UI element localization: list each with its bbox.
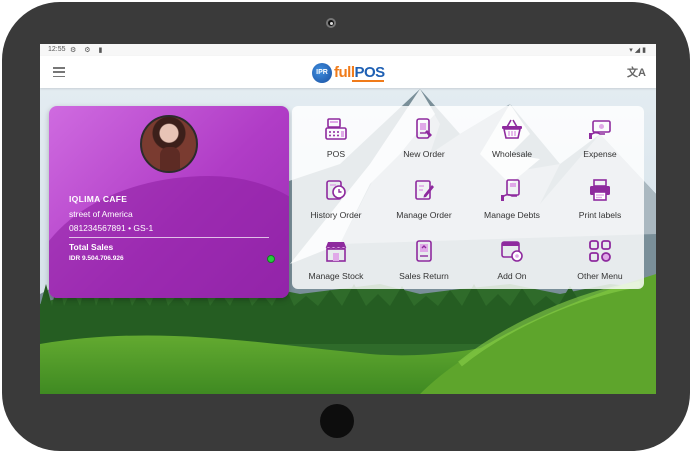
menu-label-sales-return: Sales Return [399,271,449,281]
menu-grid: POS New Order Wholesale Expense History … [292,106,644,289]
menu-item-history-order[interactable]: History Order [292,167,380,228]
menu-label-expense: Expense [583,149,617,159]
menu-label-manage-debts: Manage Debts [484,210,540,220]
logo-text-full: full [334,64,355,81]
menu-item-manage-debts[interactable]: Manage Debts [468,167,556,228]
home-button[interactable] [320,404,354,438]
system-status-bar: 12:55 ⚙ ⚙ ▮ ▾◢▮ [40,44,656,56]
logo-text: fullPOS [334,64,385,81]
add-on-icon [501,241,523,262]
front-camera [326,18,336,28]
store-icon [325,242,347,262]
grid-icon [589,240,611,262]
logo-underline [352,80,384,82]
store-profile-card[interactable]: IQLIMA CAFE street of America 0812345678… [49,106,289,298]
online-status-badge [267,255,275,263]
main-menu-panel: POS New Order Wholesale Expense History … [292,106,644,289]
sales-return-icon [416,240,432,262]
menu-label-other-menu: Other Menu [577,271,623,281]
status-time: 12:55 [48,46,66,53]
menu-item-new-order[interactable]: New Order [380,106,468,167]
menu-label-manage-order: Manage Order [396,210,452,220]
menu-label-wholesale: Wholesale [491,149,533,159]
expense-icon [589,120,611,139]
tablet-frame: 12:55 ⚙ ⚙ ▮ ▾◢▮ IPR fullPOS 文A IQLIMA CA… [2,2,690,451]
menu-label-history-order: History Order [310,210,362,220]
basket-icon [502,119,522,139]
avatar[interactable] [140,115,198,173]
store-address: street of America [69,209,133,219]
printer-icon [590,179,610,201]
fullpos-logo: IPR fullPOS [312,61,388,83]
notification-icons: ⚙ ⚙ ▮ [70,47,106,54]
app-screen: 12:55 ⚙ ⚙ ▮ ▾◢▮ IPR fullPOS 文A IQLIMA CA… [40,44,656,394]
menu-label-manage-stock: Manage Stock [308,271,364,281]
menu-label-add-on: Add On [497,271,527,281]
menu-item-manage-order[interactable]: Manage Order [380,167,468,228]
manage-debts-icon [501,179,520,201]
menu-item-expense[interactable]: Expense [556,106,644,167]
hamburger-menu-icon[interactable] [53,67,65,78]
store-name: IQLIMA CAFE [69,194,128,204]
menu-label-new-order: New Order [403,149,445,159]
app-bar: IPR fullPOS 文A [40,56,656,88]
history-order-icon [326,180,346,200]
total-sales-label: Total Sales [69,242,114,252]
menu-item-other-menu[interactable]: Other Menu [556,228,644,289]
logo-text-pos: POS [354,64,386,81]
store-phone: 081234567891 • GS-1 [69,223,154,233]
store-info: IQLIMA CAFE street of America 0812345678… [69,194,153,233]
menu-item-pos[interactable]: POS [292,106,380,167]
menu-item-sales-return[interactable]: Sales Return [380,228,468,289]
translate-icon[interactable]: 文A [627,64,646,80]
menu-item-print-labels[interactable]: Print labels [556,167,644,228]
cash-register-icon [325,118,347,140]
new-order-icon [416,118,432,139]
menu-item-wholesale[interactable]: Wholesale [468,106,556,167]
total-sales-value: IDR 9.504.706.926 [69,255,124,262]
menu-item-add-on[interactable]: Add On [468,228,556,289]
manage-order-icon [415,180,434,200]
signal-battery-icons: ▾◢▮ [629,47,648,54]
menu-item-manage-stock[interactable]: Manage Stock [292,228,380,289]
card-divider [69,237,269,238]
logo-badge: IPR [312,63,332,83]
menu-label-print-labels: Print labels [578,210,622,220]
menu-label-pos: POS [326,149,346,159]
